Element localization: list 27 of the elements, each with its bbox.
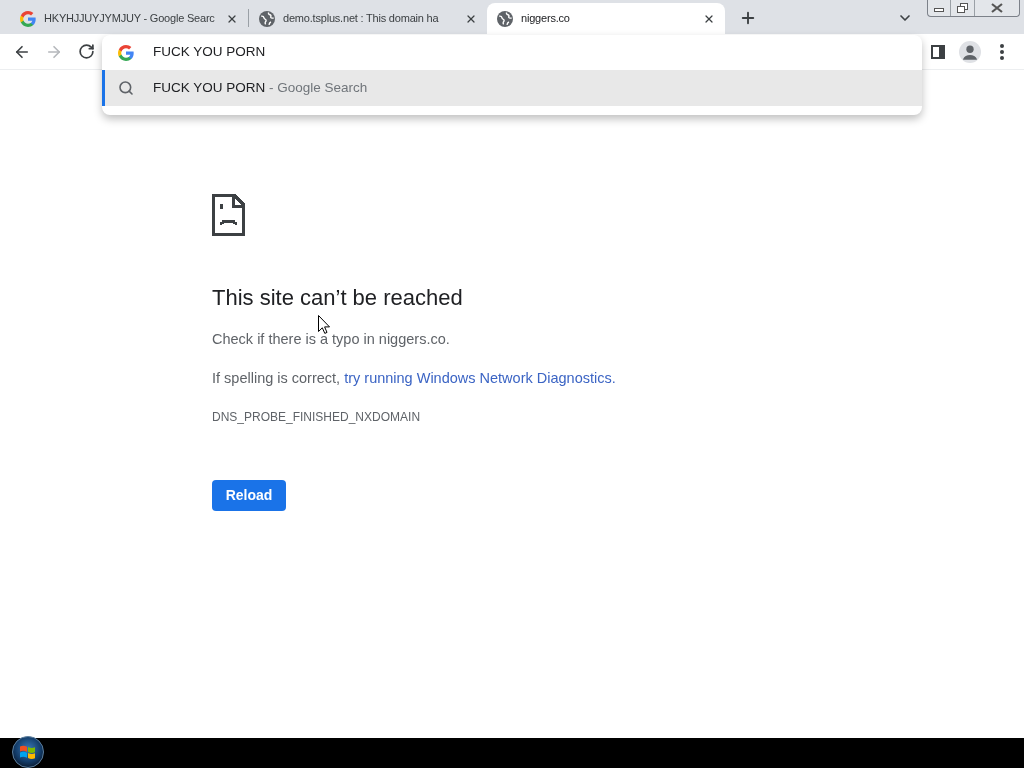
address-field[interactable]: FUCK YOU PORN: [102, 35, 922, 70]
browser-tab[interactable]: niggers.co: [487, 3, 725, 34]
reload-icon: [77, 43, 95, 60]
google-g-icon: [118, 44, 134, 61]
minimize-icon: [934, 8, 944, 12]
error-code-text: DNS_PROBE_FINISHED_NXDOMAIN: [212, 409, 421, 425]
mouse-pointer-icon: [318, 315, 330, 334]
browser-tab[interactable]: HKYHJJUYJYMJUY - Google Searc: [10, 3, 248, 34]
search-suggestion[interactable]: FUCK YOU PORN - Google Search: [102, 70, 922, 106]
reload-button[interactable]: Reload: [212, 480, 286, 511]
diagnostics-link[interactable]: try running Windows Network Diagnostics.: [344, 370, 616, 386]
browser-tab[interactable]: demo.tsplus.net : This domain ha: [249, 3, 487, 34]
close-icon: [991, 3, 1003, 13]
spelling-hint-text: If spelling is correct, try running Windows Network Diagnostics.: [212, 369, 616, 388]
plus-icon: [739, 9, 757, 27]
person-icon: [959, 40, 981, 63]
google-g-icon: [20, 10, 36, 27]
menu-icon: [1000, 43, 1004, 60]
sad-page-icon: [212, 194, 245, 236]
restore-icon: [957, 3, 968, 13]
start-orb-icon[interactable]: [12, 736, 44, 768]
globe-icon: [259, 10, 275, 27]
side-panel-icon: [931, 44, 945, 59]
search-icon: [118, 80, 134, 96]
globe-icon: [497, 10, 513, 27]
error-heading: This site can’t be reached: [212, 284, 463, 312]
typo-hint-text: Check if there is a typo in niggers.co.: [212, 330, 450, 349]
